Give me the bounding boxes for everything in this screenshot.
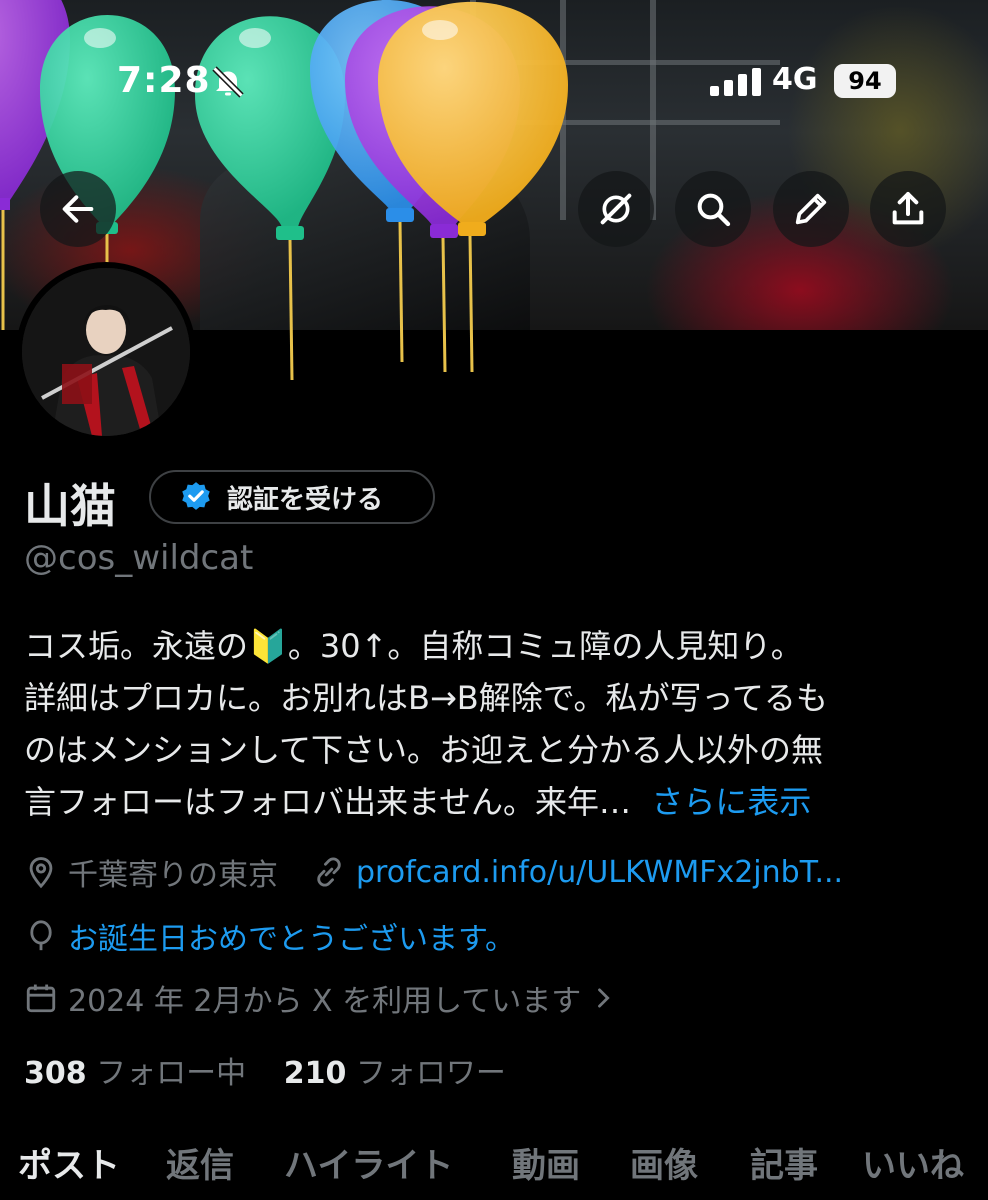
network-type: 4G [772,62,818,97]
bio-line: 詳細はプロカに。お別れはB→B解除で。私が写ってるも [24,679,828,717]
follow-counts: 308 フォロー中 210 フォロワー [24,1048,506,1092]
back-arrow-icon [62,195,94,223]
avatar[interactable] [16,262,196,442]
battery-indicator: 94 [834,64,896,98]
silent-bell-icon [212,66,244,98]
display-name: 山猫 [24,479,116,533]
profile-tabs: ポスト 返信 ハイライト 動画 画像 記事 いいね [0,1130,988,1200]
edit-button[interactable] [773,171,849,247]
tab-replies[interactable]: 返信 [166,1138,234,1187]
birthday-message: お誕生日おめでとうございます。 [68,922,515,957]
tab-likes[interactable]: いいね [862,1138,964,1187]
grok-button[interactable] [578,171,654,247]
calendar-icon [26,984,56,1013]
tab-articles[interactable]: 記事 [750,1138,818,1187]
following-label: フォロー中 [96,1056,247,1091]
edit-pencil-icon [795,193,827,225]
profile-url-link[interactable]: profcard.info/u/ULKWMFx2jnbT... [356,855,843,890]
location-text: 千葉寄りの東京 [68,858,278,893]
location-pin-icon [29,857,53,889]
tab-highlights[interactable]: ハイライト [284,1138,453,1187]
back-button[interactable] [40,171,116,247]
tab-media[interactable]: 画像 [630,1138,698,1187]
tab-posts[interactable]: ポスト [18,1138,120,1187]
following-count: 308 [24,1056,87,1091]
get-verified-label: 認証を受ける [227,484,384,515]
bio-line: コス垢。永遠の🔰。30↑。自称コミュ障の人見知り。 [24,627,803,665]
banner-figure [200,160,530,330]
grok-icon [600,193,632,225]
bio-line: のはメンションして下さい。お迎えと分かる人以外の無 [24,731,824,769]
avatar-image [22,268,190,436]
balloon-icon [30,920,52,951]
share-button[interactable] [870,171,946,247]
show-more-link[interactable]: さらに表示 [651,783,811,821]
followers-count: 210 [283,1056,347,1091]
tab-videos[interactable]: 動画 [512,1138,580,1187]
joined-text: 2024 年 2月から X を利用しています [68,984,582,1019]
chevron-right-icon [598,988,610,1008]
get-verified-button[interactable]: 認証を受ける [149,470,435,524]
search-icon [697,193,731,227]
verified-badge-icon [182,482,210,510]
followers-label: フォロワー [355,1056,506,1091]
status-bar: 7:28 4G 94 [0,0,988,170]
status-time: 7:28 [117,60,211,101]
signal-bars-icon [710,68,761,96]
profile-bio: コス垢。永遠の🔰。30↑。自称コミュ障の人見知り。 詳細はプロカに。お別れはB→… [24,620,974,828]
user-handle: @cos_wildcat [24,538,254,578]
bio-line: 言フォローはフォロバ出来ません。来年… [24,783,632,821]
search-button[interactable] [675,171,751,247]
share-icon [892,192,924,225]
followers-stat[interactable]: 210 フォロワー [284,1056,506,1091]
link-icon [317,857,341,887]
joined-row[interactable]: 2024 年 2月から X を利用しています [24,976,627,1020]
birthday-row: お誕生日おめでとうございます。 [24,914,515,958]
location-url-row: 千葉寄りの東京 profcard.info/u/ULKWMFx2jnbT... [24,850,843,894]
following-stat[interactable]: 308 フォロー中 [24,1056,246,1091]
